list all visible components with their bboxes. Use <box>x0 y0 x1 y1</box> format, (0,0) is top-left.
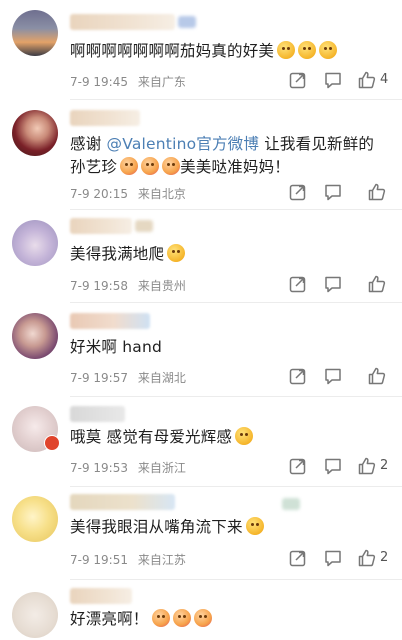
timestamp: 7-9 19:58 <box>70 279 128 293</box>
comment-item: 好漂亮啊！ <box>0 580 402 640</box>
thumbs-up-icon[interactable] <box>357 70 377 90</box>
comment-icon[interactable] <box>323 456 343 476</box>
avatar[interactable] <box>12 313 58 359</box>
emoji-icon <box>245 517 264 535</box>
emoji-icon <box>298 41 317 59</box>
share-icon[interactable] <box>288 548 308 568</box>
avatar[interactable] <box>12 10 58 56</box>
divider <box>70 486 402 487</box>
emoji-icon <box>167 244 186 262</box>
emoji-icon <box>120 157 139 175</box>
username[interactable] <box>70 218 132 234</box>
comment-text: 美得我满地爬 <box>70 243 388 266</box>
like-count: 2 <box>380 550 389 565</box>
username[interactable] <box>70 494 175 510</box>
comment-text: 哦莫 感觉有母爱光辉感 <box>70 426 388 449</box>
avatar[interactable] <box>12 220 58 266</box>
username[interactable] <box>70 406 125 422</box>
mention-link[interactable]: @Valentino官方微博 <box>107 135 260 153</box>
thumbs-up-icon[interactable] <box>357 456 377 476</box>
emoji-icon <box>319 41 338 59</box>
timestamp: 7-9 19:45 <box>70 75 128 89</box>
share-icon[interactable] <box>288 366 308 386</box>
thumbs-up-icon[interactable] <box>367 182 387 202</box>
source-label: 来自江苏 <box>137 553 186 567</box>
comment-icon[interactable] <box>323 366 343 386</box>
username[interactable] <box>70 313 150 329</box>
comment-text: 好漂亮啊！ <box>70 608 388 631</box>
comment-icon[interactable] <box>323 182 343 202</box>
timestamp: 7-9 19:53 <box>70 461 128 475</box>
member-badge <box>178 16 196 28</box>
source-label: 来自湖北 <box>137 371 186 385</box>
comment-text: 美得我眼泪从嘴角流下来 <box>70 516 388 539</box>
source-label: 来自北京 <box>137 187 186 201</box>
share-icon[interactable] <box>288 456 308 476</box>
comment-meta: 7-9 19:57 来自湖北 <box>70 369 186 386</box>
comment-text: 好米啊 hand <box>70 338 163 356</box>
emoji-icon <box>277 41 296 59</box>
member-badge <box>282 498 300 510</box>
emoji-icon <box>162 157 181 175</box>
comment-item: 美得我眼泪从嘴角流下来 7-9 19:51 来自江苏 2 <box>0 488 402 580</box>
share-icon[interactable] <box>288 274 308 294</box>
thumbs-up-icon[interactable] <box>367 366 387 386</box>
thumbs-up-icon[interactable] <box>367 274 387 294</box>
divider <box>70 396 402 397</box>
avatar[interactable] <box>12 592 58 638</box>
verified-badge-icon <box>44 435 60 451</box>
comment-icon[interactable] <box>323 274 343 294</box>
emoji-icon <box>193 609 212 627</box>
source-label: 来自浙江 <box>137 461 186 475</box>
timestamp: 7-9 20:15 <box>70 187 128 201</box>
timestamp: 7-9 19:51 <box>70 553 128 567</box>
emoji-icon <box>172 609 191 627</box>
comment-meta: 7-9 19:45 来自广东 <box>70 73 186 90</box>
avatar[interactable] <box>12 110 58 156</box>
comment-text: 啊啊啊啊啊啊啊茄妈真的好美 <box>70 40 388 63</box>
comment-item: 啊啊啊啊啊啊啊茄妈真的好美 7-9 19:45 来自广东 4 <box>0 0 402 100</box>
username[interactable] <box>70 14 175 30</box>
emoji-icon <box>141 157 160 175</box>
comment-meta: 7-9 19:58 来自贵州 <box>70 277 186 294</box>
comment-meta: 7-9 19:51 来自江苏 <box>70 551 186 568</box>
emoji-icon <box>235 427 254 445</box>
comment-icon[interactable] <box>323 70 343 90</box>
avatar[interactable] <box>12 496 58 542</box>
share-icon[interactable] <box>288 70 308 90</box>
emoji-icon <box>151 609 170 627</box>
comment-item: 哦莫 感觉有母爱光辉感 7-9 19:53 来自浙江 2 <box>0 398 402 488</box>
source-label: 来自广东 <box>137 75 186 89</box>
comment-item: 好米啊 hand 7-9 19:57 来自湖北 <box>0 303 402 398</box>
comment-text: 感谢 @Valentino官方微博 让我看见新鲜的孙艺珍 美美哒准妈妈！ <box>70 135 375 176</box>
like-count: 2 <box>380 458 389 473</box>
comment-icon[interactable] <box>323 548 343 568</box>
username[interactable] <box>70 110 140 126</box>
comment-item: 美得我满地爬 7-9 19:58 来自贵州 <box>0 210 402 305</box>
comment-item: 感谢 @Valentino官方微博 让我看见新鲜的孙艺珍 美美哒准妈妈！ 7-9 … <box>0 100 402 210</box>
like-count: 4 <box>380 72 389 87</box>
member-badge <box>135 220 153 232</box>
thumbs-up-icon[interactable] <box>357 548 377 568</box>
comment-meta: 7-9 20:15 来自北京 <box>70 185 186 202</box>
source-label: 来自贵州 <box>137 279 186 293</box>
timestamp: 7-9 19:57 <box>70 371 128 385</box>
username[interactable] <box>70 588 132 604</box>
comment-meta: 7-9 19:53 来自浙江 <box>70 459 186 476</box>
share-icon[interactable] <box>288 182 308 202</box>
